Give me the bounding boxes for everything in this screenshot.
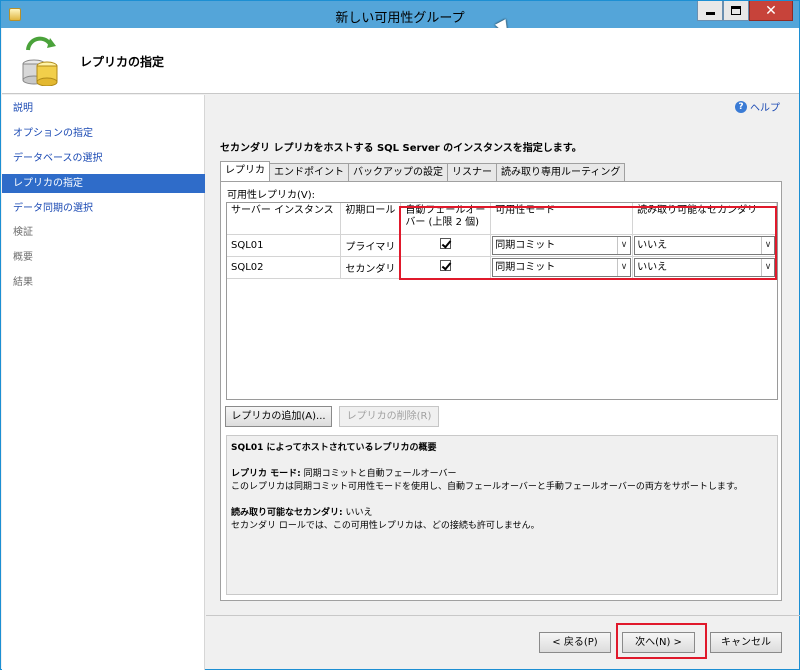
readable-secondary-value: いいえ (637, 261, 668, 273)
close-icon: ✕ (765, 2, 777, 19)
nav-item-summary: 概要 (13, 252, 33, 263)
chevron-down-icon: ∨ (761, 258, 774, 276)
column-header-availability-mode[interactable]: 可用性モード (490, 203, 634, 235)
maximize-icon (731, 6, 741, 15)
replicas-grid: サーバー インスタンス 初期ロール 自動フェールオーバー (上限 2 個) 可用… (226, 202, 778, 400)
window-title: 新しい可用性グループ (335, 11, 465, 26)
tab-strip: レプリカ エンドポイント バックアップの設定 リスナー 読み取り専用ルーティング (220, 161, 626, 181)
auto-failover-cell (400, 256, 492, 279)
availability-mode-value: 同期コミット (495, 239, 556, 251)
nav-item-replicas[interactable]: レプリカの指定 (2, 174, 205, 193)
minimize-button[interactable] (697, 1, 723, 21)
column-header-readable-secondary[interactable]: 読み取り可能なセカンダリ (632, 203, 777, 235)
readable-secondary-value: いいえ (637, 239, 668, 251)
footer-divider (206, 615, 800, 616)
help-icon: ? (735, 100, 747, 113)
wizard-window: 新しい可用性グループ ✕ レプリカの指定 説明 オプションの指定 データベースの… (0, 0, 800, 670)
main-content: ? ヘルプ セカンダリ レプリカをホストする SQL Server のインスタン… (206, 95, 800, 615)
nav-item-options[interactable]: オプションの指定 (2, 124, 205, 143)
wizard-nav: 説明 オプションの指定 データベースの選択 レプリカの指定 データ同期の選択 検… (2, 95, 205, 670)
close-button[interactable]: ✕ (749, 1, 793, 21)
tab-replicas[interactable]: レプリカ (220, 161, 270, 181)
tab-listener[interactable]: リスナー (447, 163, 497, 181)
auto-failover-checkbox[interactable] (440, 260, 452, 271)
summary-mode-value: 同期コミットと自動フェールオーバー (303, 469, 457, 479)
table-row[interactable]: SQL01 プライマリ 同期コミット ∨ いいえ ∨ (227, 234, 777, 257)
instruction-text: セカンダリ レプリカをホストする SQL Server のインスタンスを指定しま… (220, 143, 582, 154)
nav-item-databases[interactable]: データベースの選択 (2, 149, 205, 168)
database-replica-icon (22, 36, 58, 86)
role-cell: プライマリ (340, 234, 402, 257)
summary-title: SQL01 によってホストされているレプリカの概要 (231, 443, 437, 453)
replicas-tab-panel: 可用性レプリカ(V): サーバー インスタンス 初期ロール 自動フェールオーバー… (220, 181, 782, 601)
replica-summary-panel: SQL01 によってホストされているレプリカの概要 レプリカ モード: 同期コミ… (226, 435, 778, 595)
summary-mode-description: このレプリカは同期コミット可用性モードを使用し、自動フェールオーバーと手動フェー… (231, 482, 743, 492)
table-row[interactable]: SQL02 セカンダリ 同期コミット ∨ いいえ ∨ (227, 256, 777, 279)
minimize-icon (705, 12, 715, 15)
mode-cell: 同期コミット ∨ (490, 256, 634, 279)
readable-cell: いいえ ∨ (632, 234, 777, 257)
replicas-table: サーバー インスタンス 初期ロール 自動フェールオーバー (上限 2 個) 可用… (227, 203, 777, 279)
readable-secondary-select[interactable]: いいえ ∨ (634, 257, 775, 277)
remove-replica-button: レプリカの削除(R) (339, 406, 439, 427)
table-header-row: サーバー インスタンス 初期ロール 自動フェールオーバー (上限 2 個) 可用… (227, 203, 777, 235)
nav-item-data-sync[interactable]: データ同期の選択 (2, 199, 205, 218)
summary-mode-heading: レプリカ モード: (231, 469, 301, 479)
availability-mode-select[interactable]: 同期コミット ∨ (492, 235, 632, 255)
replicas-grid-label: 可用性レプリカ(V): (227, 190, 316, 201)
title-bar[interactable]: 新しい可用性グループ ✕ (1, 1, 799, 28)
readable-secondary-select[interactable]: いいえ ∨ (634, 235, 775, 255)
role-cell: セカンダリ (340, 256, 402, 279)
auto-failover-checkbox[interactable] (440, 238, 452, 249)
maximize-button[interactable] (723, 1, 749, 21)
summary-readable-description: セカンダリ ロールでは、この可用性レプリカは、どの接続も許可しません。 (231, 521, 540, 531)
availability-mode-value: 同期コミット (495, 261, 556, 273)
availability-mode-select[interactable]: 同期コミット ∨ (492, 257, 632, 277)
chevron-down-icon: ∨ (761, 236, 774, 254)
next-button[interactable]: 次へ(N) > (622, 632, 695, 653)
back-button[interactable]: < 戻る(P) (539, 632, 611, 653)
help-link[interactable]: ? ヘルプ (735, 99, 780, 114)
mode-cell: 同期コミット ∨ (490, 234, 634, 257)
auto-failover-cell (400, 234, 492, 257)
wizard-header: レプリカの指定 (2, 28, 799, 94)
chevron-down-icon: ∨ (617, 236, 630, 254)
summary-readable-value: いいえ (345, 508, 373, 518)
column-header-auto-failover[interactable]: 自動フェールオーバー (上限 2 個) (400, 203, 492, 235)
nav-item-results: 結果 (13, 277, 33, 288)
server-cell: SQL02 (227, 256, 342, 279)
tab-backup-preferences[interactable]: バックアップの設定 (348, 163, 448, 181)
window-controls: ✕ (697, 1, 793, 21)
help-label: ヘルプ (750, 103, 780, 114)
chevron-down-icon: ∨ (617, 258, 630, 276)
page-title: レプリカの指定 (80, 55, 165, 69)
nav-item-description[interactable]: 説明 (2, 99, 205, 118)
summary-readable-heading: 読み取り可能なセカンダリ: (231, 508, 343, 518)
readable-cell: いいえ ∨ (632, 256, 777, 279)
cancel-button[interactable]: キャンセル (710, 632, 782, 653)
add-replica-button[interactable]: レプリカの追加(A)... (225, 406, 332, 427)
tab-endpoints[interactable]: エンドポイント (269, 163, 349, 181)
summary-readable-line: 読み取り可能なセカンダリ: いいえ (231, 507, 773, 520)
column-header-server[interactable]: サーバー インスタンス (227, 203, 342, 235)
tab-readonly-routing[interactable]: 読み取り専用ルーティング (496, 163, 626, 181)
column-header-role[interactable]: 初期ロール (340, 203, 402, 235)
server-cell: SQL01 (227, 234, 342, 257)
summary-mode-line: レプリカ モード: 同期コミットと自動フェールオーバー (231, 468, 773, 481)
nav-item-validation: 検証 (13, 227, 33, 238)
